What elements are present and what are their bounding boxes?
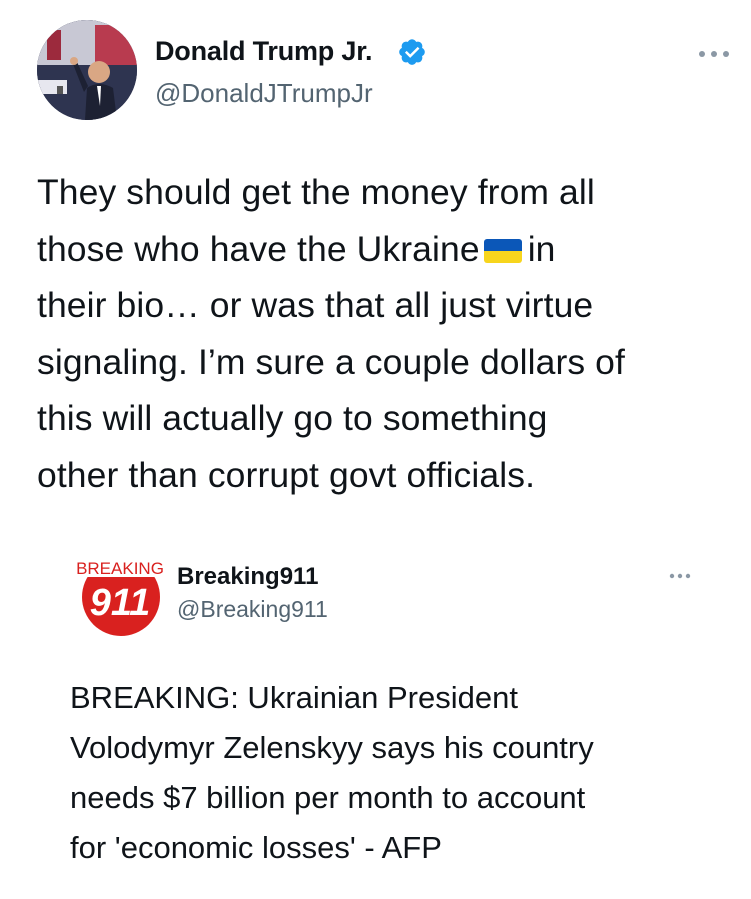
tweet-text-line: They should get the money from all [37, 172, 595, 212]
quoted-text-line: for 'economic losses' - AFP [70, 830, 442, 865]
quoted-text-line: needs $7 billion per month to account [70, 780, 586, 815]
ukraine-flag-icon [483, 238, 522, 263]
quoted-text-line: BREAKING: Ukrainian President [70, 680, 518, 715]
author-avatar[interactable] [37, 20, 137, 120]
tweet-text-segment: those who have the Ukraine [37, 228, 480, 269]
tweet-text-segment: in [527, 228, 556, 269]
breaking911-logo-icon: BREAKING 911 [72, 555, 168, 636]
quoted-tweet-text: BREAKING: Ukrainian President Volodymyr … [70, 673, 710, 873]
quoted-text-line: Volodymyr Zelenskyy says his country [70, 730, 594, 765]
profile-photo [37, 20, 137, 120]
quoted-author-avatar[interactable]: BREAKING 911 [72, 553, 168, 637]
author-name[interactable]: Donald Trump Jr. [155, 36, 373, 67]
author-handle[interactable]: @DonaldJTrumpJr [155, 78, 373, 109]
tweet-text-line: those who have the Ukraine in [37, 221, 727, 278]
logo-text-breaking: BREAKING [76, 559, 164, 578]
quoted-author-handle[interactable]: @Breaking911 [177, 596, 328, 623]
more-options-icon[interactable] [697, 48, 731, 60]
quoted-author-name[interactable]: Breaking911 [177, 563, 318, 591]
tweet-text-line: this will actually go to something [37, 398, 548, 438]
logo-text-911: 911 [90, 582, 151, 624]
verified-badge-icon [399, 39, 425, 65]
more-options-icon[interactable] [668, 571, 692, 581]
tweet-text: They should get the money from all those… [37, 164, 727, 503]
tweet-card: Donald Trump Jr. @DonaldJTrumpJr They sh… [0, 0, 751, 899]
tweet-text-line: their bio… or was that all just virtue [37, 285, 594, 325]
tweet-text-line: signaling. I’m sure a couple dollars of [37, 341, 625, 382]
tweet-text-line: other than corrupt govt officials. [37, 454, 536, 495]
